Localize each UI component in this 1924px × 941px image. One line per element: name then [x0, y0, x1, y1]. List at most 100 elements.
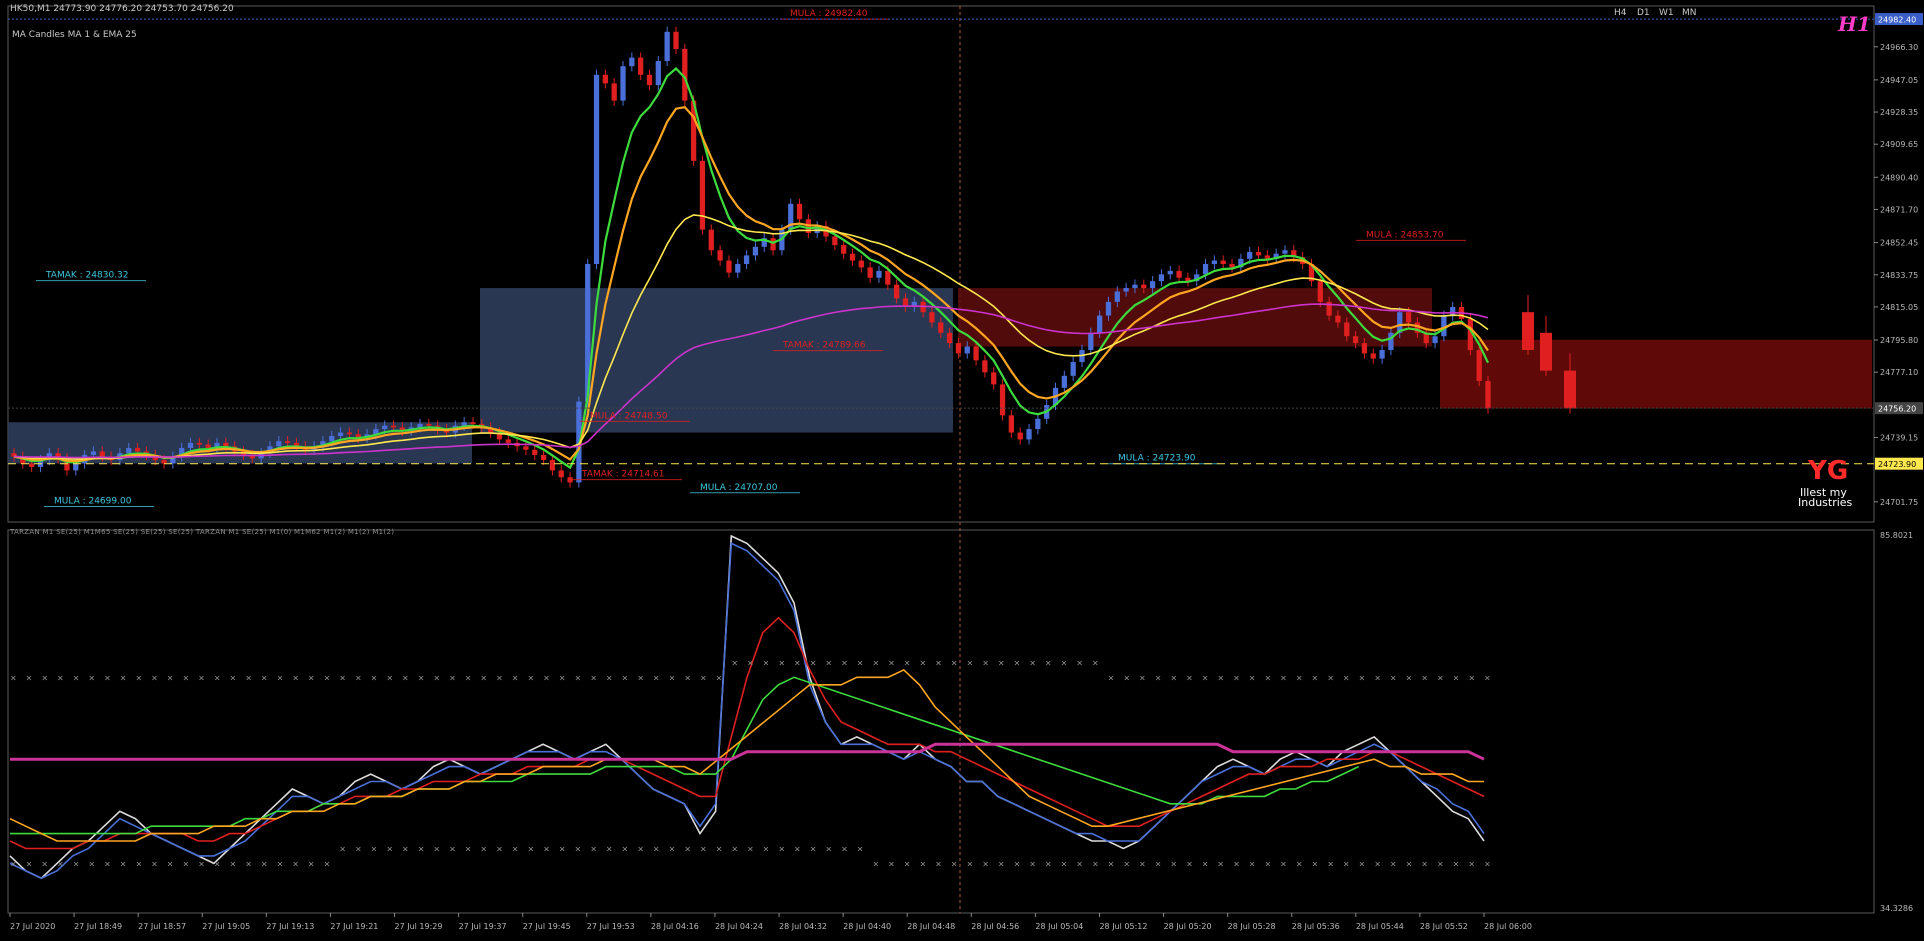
lower-band-marker: × — [57, 859, 64, 868]
y-tick-label: 24928.35 — [1880, 108, 1918, 117]
upper-band-marker: × — [418, 673, 425, 682]
candle-body — [832, 236, 838, 246]
candle-body — [284, 441, 291, 443]
timeframe-d1[interactable]: D1 — [1637, 8, 1650, 18]
lower-band-marker: × — [1264, 859, 1271, 868]
candle-body — [417, 423, 423, 428]
annotation-label: TAMAK : 24830.32 — [45, 271, 128, 281]
x-tick-label: 28 Jul 06:00 — [1484, 922, 1532, 931]
candle-body — [532, 449, 538, 455]
upper-band-marker: × — [1343, 673, 1350, 682]
timeframe-mn[interactable]: MN — [1682, 8, 1697, 18]
upper-band-marker: × — [653, 673, 660, 682]
candle-body — [1379, 350, 1385, 359]
candle-body — [1282, 250, 1288, 254]
candle-body — [90, 451, 97, 455]
candle-body — [841, 245, 847, 254]
x-tick-label: 27 Jul 18:49 — [74, 922, 122, 931]
candle-body — [752, 246, 759, 256]
candle-body — [187, 442, 194, 449]
lower-band-marker: × — [967, 859, 974, 868]
candle-body — [337, 432, 344, 436]
lower-band-marker: × — [1421, 859, 1428, 868]
lower-band-marker: × — [1280, 859, 1287, 868]
upper-band-marker: × — [810, 658, 817, 667]
candle-body — [346, 432, 353, 435]
chart-canvas[interactable]: MULA : 24982.40 TAMAK : 24830.32 TAMAK : 2… — [0, 0, 1924, 937]
lower-band-marker: × — [1045, 859, 1052, 868]
lower-band-marker: × — [1390, 859, 1397, 868]
candle-body — [73, 463, 79, 471]
candle-body — [1202, 264, 1209, 275]
y-tick-label: 24890.40 — [1880, 173, 1918, 182]
upper-band-marker: × — [41, 673, 48, 682]
lower-band-marker: × — [198, 859, 205, 868]
candle-body — [1088, 332, 1094, 350]
candle-body — [99, 451, 105, 457]
logo-line2: Industries — [1798, 496, 1853, 509]
lower-band-marker: × — [575, 844, 582, 853]
candle-body — [1370, 353, 1376, 359]
candle-body — [426, 423, 432, 426]
y-tick-label: 24909.65 — [1880, 140, 1918, 149]
symbol-header: HK50,M1 24773.90 24776.20 24753.70 24756… — [10, 4, 234, 14]
timeframe-h4[interactable]: H4 — [1614, 8, 1627, 18]
lower-band-marker: × — [1312, 859, 1319, 868]
upper-band-marker: × — [1312, 673, 1319, 682]
yg-logo: YG — [1808, 456, 1848, 486]
lower-band-marker: × — [935, 859, 942, 868]
timeframe-w1[interactable]: W1 — [1659, 8, 1674, 18]
oscillator-line — [10, 742, 1485, 761]
lower-band-marker: × — [778, 844, 785, 853]
upper-band-marker: × — [1374, 673, 1381, 682]
upper-band-marker: × — [747, 658, 754, 667]
lower-band-marker: × — [841, 844, 848, 853]
lower-band-marker: × — [559, 844, 566, 853]
candle-body — [973, 346, 979, 361]
upper-band-marker: × — [825, 658, 832, 667]
upper-band-marker: × — [245, 673, 252, 682]
lower-band-marker: × — [1359, 859, 1366, 868]
y-tick-label: 24871.70 — [1880, 205, 1918, 214]
candle-body — [1255, 251, 1262, 256]
lower-band-marker: × — [1186, 859, 1193, 868]
candle-body — [1167, 270, 1173, 275]
upper-band-marker: × — [606, 673, 613, 682]
candle-body — [223, 442, 229, 447]
oscillator-line — [10, 676, 1359, 835]
lower-band-marker: × — [1296, 859, 1303, 868]
candle-body — [329, 436, 335, 442]
x-tick-label: 28 Jul 05:36 — [1292, 922, 1340, 931]
lower-band-marker: × — [1092, 859, 1099, 868]
upper-band-marker: × — [1359, 673, 1366, 682]
upper-band-marker: × — [198, 673, 205, 682]
candle-body — [1247, 251, 1253, 259]
upper-band-marker: × — [355, 673, 362, 682]
lower-band-marker: × — [1108, 859, 1115, 868]
candle-body — [540, 454, 547, 461]
lower-band-marker: × — [371, 844, 378, 853]
upper-band-marker: × — [214, 673, 221, 682]
zone-box — [1440, 339, 1872, 409]
lower-band-marker: × — [527, 844, 534, 853]
x-tick-label: 27 Jul 19:37 — [459, 922, 507, 931]
x-tick-label: 28 Jul 05:44 — [1356, 922, 1404, 931]
lower-band-marker: × — [716, 844, 723, 853]
lower-band-marker: × — [1453, 859, 1460, 868]
upper-band-marker: × — [480, 673, 487, 682]
upper-band-marker: × — [1437, 673, 1444, 682]
lower-band-marker: × — [1327, 859, 1334, 868]
upper-band-marker: × — [684, 673, 691, 682]
candle-body — [999, 384, 1006, 416]
lower-band-marker: × — [402, 844, 409, 853]
upper-band-marker: × — [575, 673, 582, 682]
candle-body — [196, 442, 202, 445]
lower-band-marker: × — [810, 844, 817, 853]
upper-band-marker: × — [135, 673, 142, 682]
yg-logo-mark: YG — [1808, 456, 1849, 486]
x-tick-label: 28 Jul 04:24 — [715, 922, 763, 931]
lower-band-marker: × — [308, 859, 315, 868]
upper-band-marker: × — [1249, 673, 1256, 682]
candle-body — [1017, 432, 1023, 440]
lower-band-marker: × — [998, 859, 1005, 868]
